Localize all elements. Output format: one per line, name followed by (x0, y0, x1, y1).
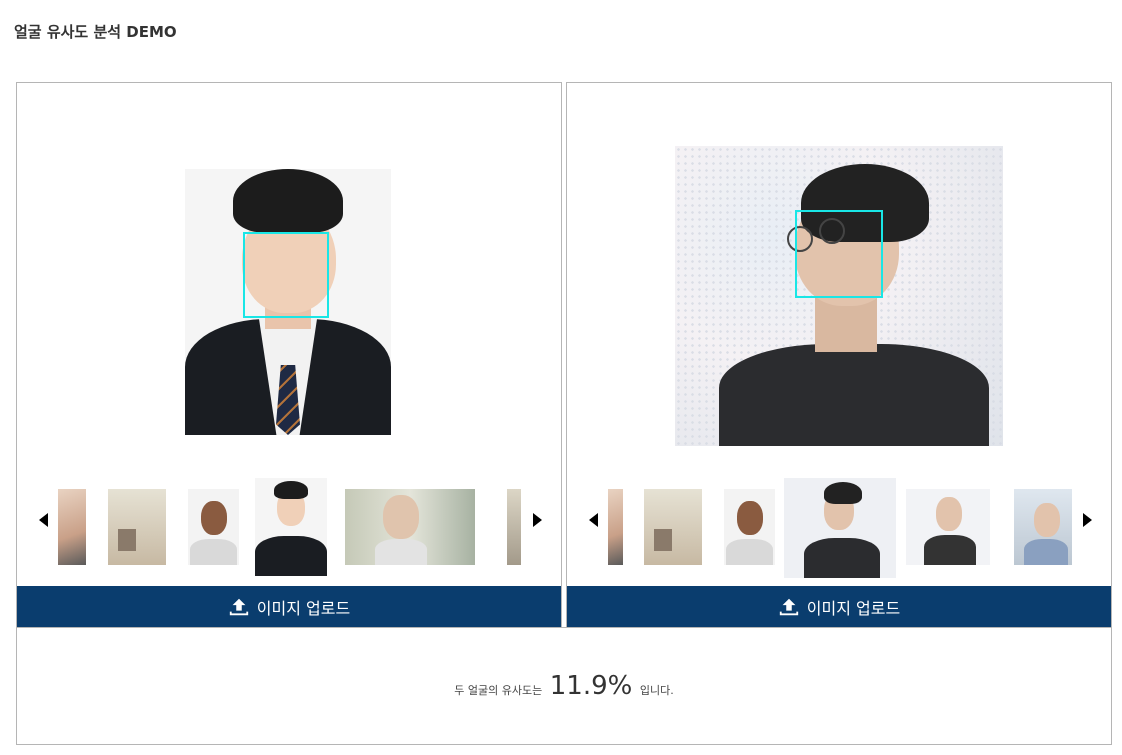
right-thumbnail-strip (567, 478, 1111, 578)
right-face-detection-box (795, 210, 883, 298)
thumbnail-selected[interactable] (784, 478, 896, 578)
caret-left-icon[interactable] (589, 513, 598, 527)
right-upload-button[interactable]: 이미지 업로드 (567, 586, 1111, 627)
thumbnail[interactable] (507, 489, 521, 565)
thumbnail[interactable] (724, 489, 775, 565)
result-suffix: 입니다. (639, 684, 674, 697)
thumbnail[interactable] (345, 489, 475, 565)
caret-right-icon[interactable] (1083, 513, 1092, 527)
thumbnail[interactable] (906, 489, 990, 565)
result-prefix: 두 얼굴의 유사도는 (454, 684, 543, 697)
similarity-result-panel: 두 얼굴의 유사도는 11.9% 입니다. (16, 627, 1112, 745)
upload-button-label: 이미지 업로드 (806, 598, 901, 618)
page-title: 얼굴 유사도 분석 DEMO (14, 23, 177, 41)
upload-button-label: 이미지 업로드 (256, 598, 351, 618)
left-upload-button[interactable]: 이미지 업로드 (17, 586, 561, 627)
caret-right-icon[interactable] (533, 513, 542, 527)
left-face-detection-box (243, 232, 329, 318)
thumbnail-selected[interactable] (255, 478, 327, 576)
right-main-photo (675, 146, 1003, 446)
thumbnail[interactable] (58, 489, 86, 565)
thumbnail[interactable] (1014, 489, 1072, 565)
left-image-panel: 이미지 업로드 (16, 82, 562, 628)
thumbnail[interactable] (188, 489, 239, 565)
upload-icon (229, 598, 248, 615)
thumbnail[interactable] (108, 489, 166, 565)
thumbnail[interactable] (608, 489, 623, 565)
thumbnail[interactable] (644, 489, 702, 565)
upload-icon (779, 598, 798, 615)
caret-left-icon[interactable] (39, 513, 48, 527)
similarity-result-text: 두 얼굴의 유사도는 11.9% 입니다. (454, 671, 673, 701)
left-main-photo (185, 169, 391, 435)
similarity-value: 11.9% (549, 671, 633, 701)
left-thumbnail-strip (17, 478, 561, 578)
right-image-panel: 이미지 업로드 (566, 82, 1112, 628)
